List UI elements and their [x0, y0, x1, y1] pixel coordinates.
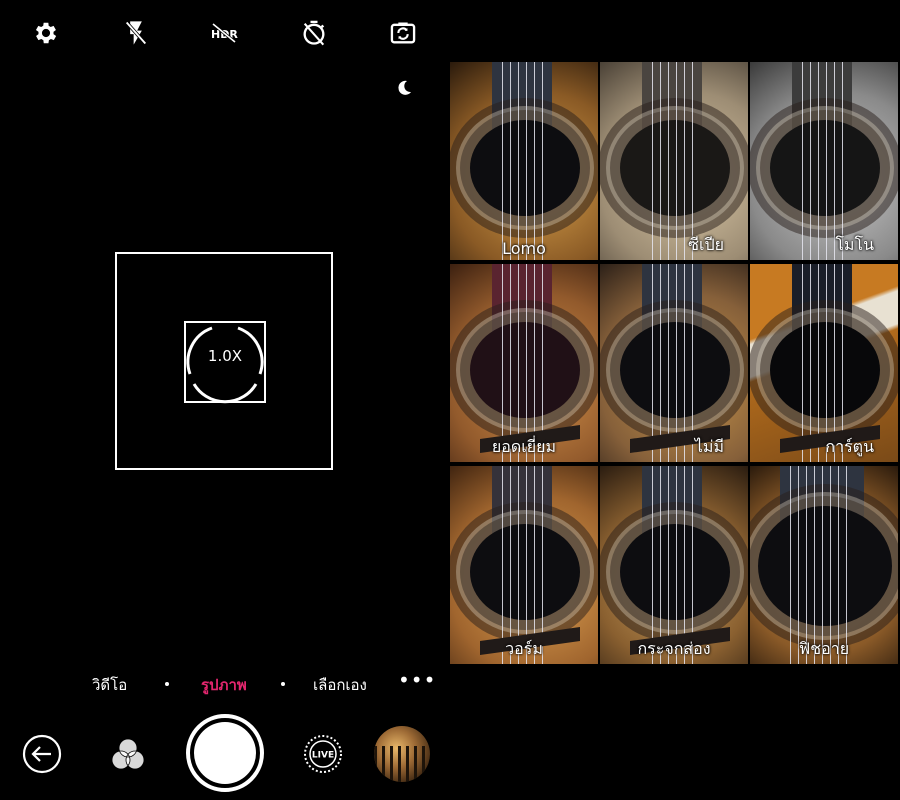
live-label: LIVE	[312, 751, 334, 761]
timer-off-icon	[303, 20, 325, 46]
filter-label: ฟิชอาย	[798, 639, 850, 658]
filter-label: วอร์ม	[505, 639, 543, 658]
filter-tile-fisheye[interactable]: ฟิชอาย	[750, 466, 898, 664]
more-modes-button[interactable]: •••	[398, 670, 436, 690]
camera-panel: HDR 1.0X วิดีโอ	[0, 0, 450, 800]
mode-photo[interactable]: รูปภาพ	[201, 673, 247, 697]
filter-tile-cartoon[interactable]: การ์ตูน	[750, 264, 898, 462]
filter-grid: Lomo ซีเปีย โมโน ยอดเยี่ยม ไม่มี การ์ตูน…	[450, 62, 900, 664]
back-icon	[22, 734, 62, 774]
filter-label: กระจกส่อง	[637, 639, 711, 658]
filters-button[interactable]	[108, 734, 148, 774]
live-icon: LIVE	[304, 735, 342, 773]
filter-tile-mono[interactable]: โมโน	[750, 62, 898, 260]
thumbnail-image	[374, 746, 430, 782]
zoom-level[interactable]: 1.0X	[182, 347, 268, 365]
filter-label: การ์ตูน	[825, 437, 874, 456]
mode-selector: วิดีโอ รูปภาพ เลือกเอง •••	[0, 668, 450, 698]
hdr-off-icon: HDR	[211, 22, 238, 44]
gear-icon	[35, 22, 57, 44]
gallery-thumbnail[interactable]	[374, 726, 430, 782]
filter-tile-vivid[interactable]: ยอดเยี่ยม	[450, 264, 598, 462]
filter-label: ไม่มี	[694, 437, 724, 456]
filter-tile-sepia[interactable]: ซีเปีย	[600, 62, 748, 260]
filter-label: โมโน	[835, 235, 874, 254]
flash-toggle[interactable]	[119, 16, 153, 50]
hdr-toggle[interactable]: HDR	[207, 16, 241, 50]
filter-tile-mirror[interactable]: กระจกส่อง	[600, 466, 748, 664]
timer-toggle[interactable]	[297, 16, 331, 50]
filter-tile-warm[interactable]: วอร์ม	[450, 466, 598, 664]
switch-camera-button[interactable]	[386, 16, 420, 50]
filter-tile-none[interactable]: ไม่มี	[600, 264, 748, 462]
back-button[interactable]	[22, 734, 62, 774]
mode-separator	[281, 682, 285, 686]
mode-video[interactable]: วิดีโอ	[92, 673, 127, 697]
flash-off-icon	[125, 21, 147, 45]
settings-button[interactable]	[29, 16, 63, 50]
shutter-button[interactable]	[186, 714, 264, 792]
live-photo-toggle[interactable]: LIVE	[303, 734, 343, 774]
shutter-core	[194, 722, 256, 784]
mode-separator	[165, 682, 169, 686]
mode-manual[interactable]: เลือกเอง	[313, 673, 367, 697]
filter-label: ซีเปีย	[688, 235, 724, 254]
filters-icon	[111, 738, 145, 770]
moon-icon[interactable]	[394, 78, 414, 98]
filter-label: Lomo	[502, 239, 546, 258]
filter-tile-lomo[interactable]: Lomo	[450, 62, 598, 260]
filter-label: ยอดเยี่ยม	[491, 437, 557, 456]
switch-camera-icon	[390, 22, 416, 44]
